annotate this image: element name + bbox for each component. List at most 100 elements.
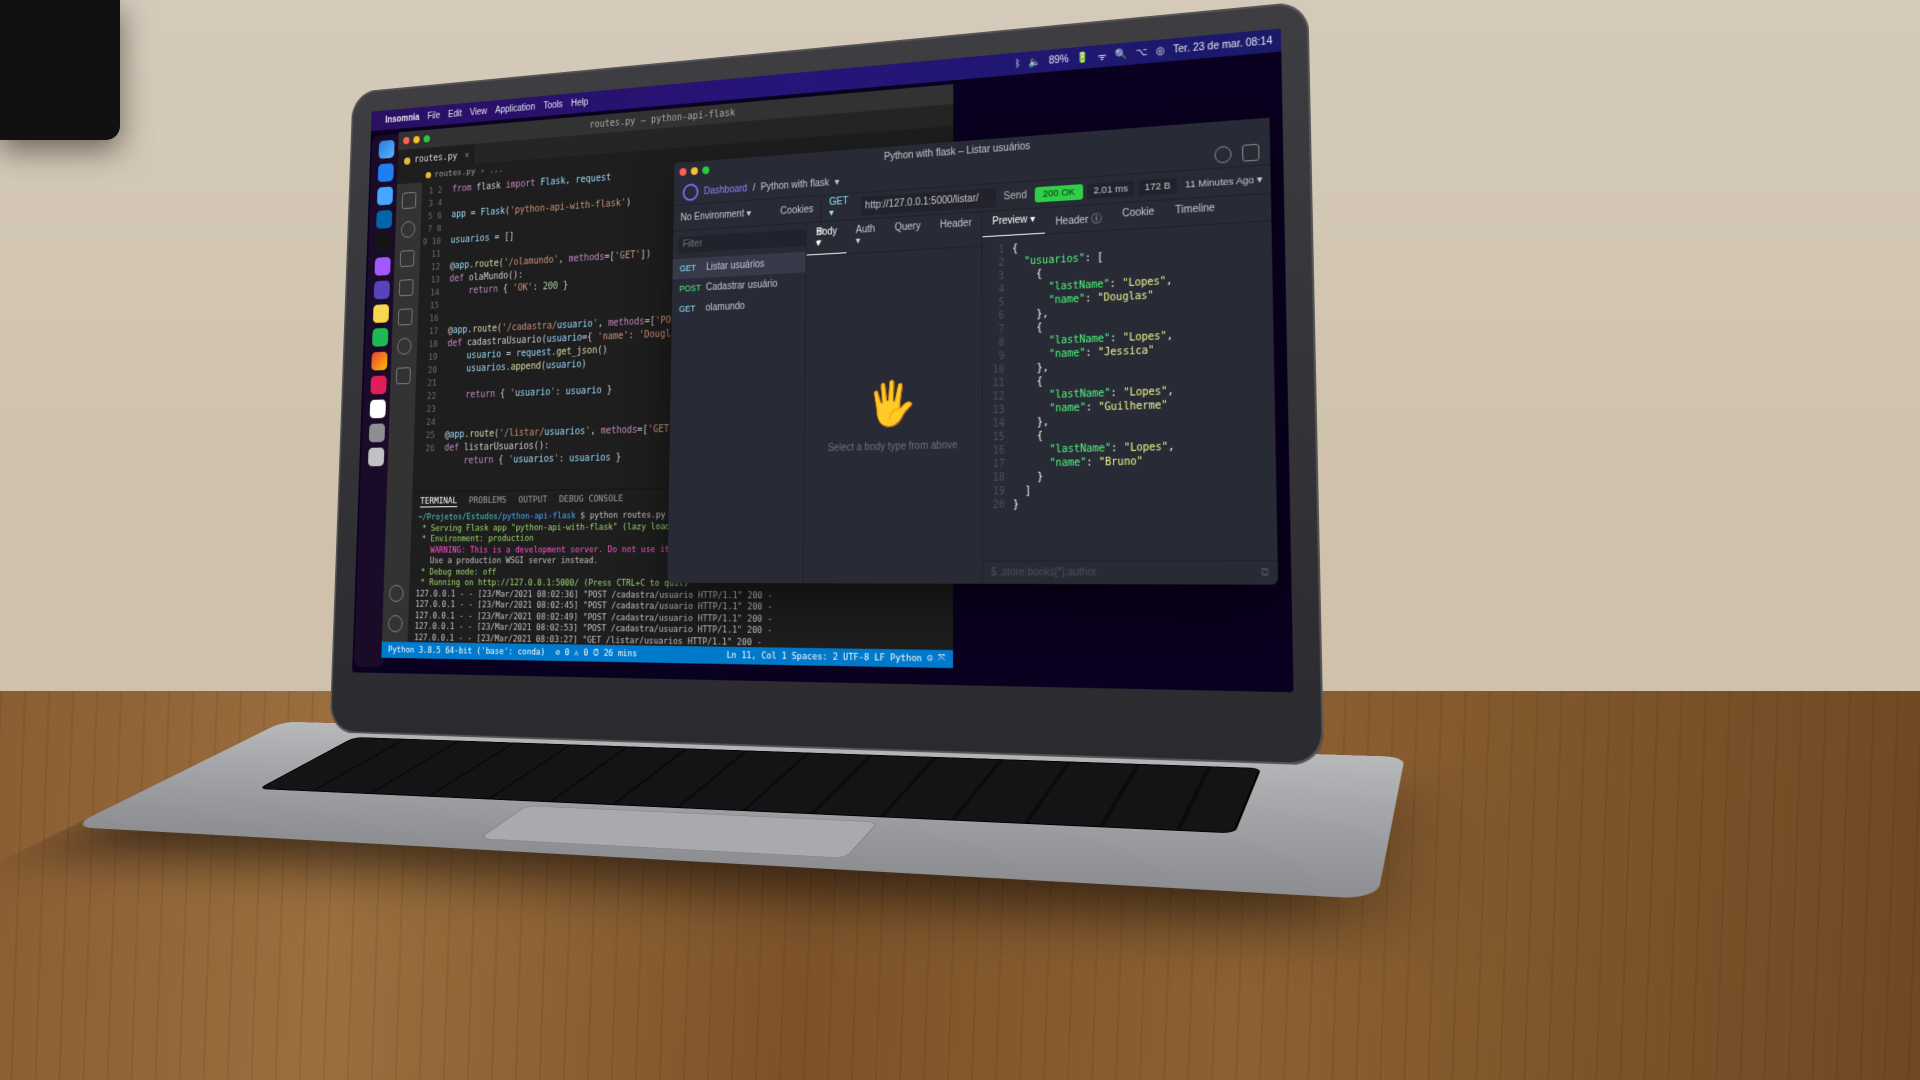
response-json-view[interactable]: 1{ 2 "usuarios": [ 3 { 4 "lastName": "Lo… [982, 221, 1277, 560]
scene: Insomnia File Edit View Application Tool… [0, 0, 1920, 1080]
accounts-icon[interactable] [389, 585, 404, 602]
insomnia-window: Python with flask – Listar usuários Dash… [667, 118, 1278, 585]
window-traffic-lights [403, 135, 430, 144]
panel-tab-problems[interactable]: PROBLEMS [469, 495, 507, 507]
status-code-pill: 200 OK [1035, 184, 1084, 203]
method-badge-post: POST [679, 283, 700, 295]
url-input[interactable] [861, 187, 995, 215]
hand-icon: 🖐 [867, 379, 917, 430]
battery-icon[interactable]: 🔋 [1077, 52, 1090, 64]
insomnia-logo-icon[interactable] [683, 183, 699, 201]
insomnia-request-pane: Body ▾ Auth ▾ Query Header 🖐 Select a bo… [804, 212, 983, 584]
chevron-down-icon[interactable]: ▾ [835, 176, 840, 187]
panel-tab-debug-console[interactable]: DEBUG CONSOLE [559, 493, 623, 505]
remote-icon[interactable] [397, 338, 412, 355]
jsonpath-hint[interactable]: $ .store.books[*].author [991, 567, 1097, 579]
panel-tab-output[interactable]: OUTPUT [518, 494, 547, 506]
response-footer: $ .store.books[*].author ⧉ [983, 560, 1278, 584]
copy-icon[interactable]: ⧉ [1261, 567, 1269, 579]
scm-icon[interactable] [400, 250, 415, 267]
wifi-icon[interactable]: ᯤ [1097, 48, 1106, 63]
cookies-button[interactable]: Cookies [780, 204, 813, 217]
dock-item-settings[interactable] [369, 423, 385, 442]
tab-close-icon[interactable]: × [464, 151, 469, 161]
dock-item-spotify[interactable] [372, 328, 388, 347]
time-pill: 2.01 ms [1087, 180, 1134, 199]
zoom-icon[interactable] [423, 135, 430, 143]
screen: Insomnia File Edit View Application Tool… [352, 29, 1293, 693]
crumb-project[interactable]: Python with flask [761, 177, 830, 193]
env-picker[interactable]: No Environment ▾ [680, 208, 751, 223]
dock-item-safari[interactable] [378, 163, 394, 182]
vscode-tab-label: routes.py [414, 152, 457, 165]
minimize-icon[interactable] [691, 167, 698, 175]
request-item-label: Cadastrar usuário [706, 279, 778, 293]
status-right-block[interactable]: Ln 11, Col 1 Spaces: 2 UTF-8 LF Python ☺… [726, 650, 945, 664]
menubar-item-file[interactable]: File [427, 110, 440, 121]
dock-item-finder[interactable] [379, 140, 395, 159]
method-badge-get: GET [680, 263, 701, 275]
status-problems[interactable]: ⊘ 0 ⚠ 0 ⏱ 26 mins [555, 648, 637, 659]
req-tab-query[interactable]: Query [885, 215, 930, 251]
python-file-icon [426, 171, 432, 178]
size-pill: 172 B [1138, 177, 1177, 195]
resp-tab-header[interactable]: Header ⓘ [1045, 204, 1112, 234]
laptop: Insomnia File Edit View Application Tool… [329, 1, 1324, 766]
dock-item-notes[interactable] [373, 304, 389, 323]
battery-text: 89% [1049, 53, 1069, 66]
dock-item-vscode[interactable] [376, 210, 392, 229]
crumb-dashboard[interactable]: Dashboard [704, 183, 748, 197]
search-icon[interactable]: 🔍 [1115, 48, 1128, 60]
panel-tab-terminal[interactable]: TERMINAL [420, 496, 457, 508]
dock-item-mail[interactable] [377, 186, 393, 205]
dock-item-chrome[interactable] [371, 352, 387, 371]
resp-tab-preview[interactable]: Preview ▾ [982, 208, 1045, 237]
menubar-app-name[interactable]: Insomnia [385, 112, 420, 125]
laptop-lid: Insomnia File Edit View Application Tool… [329, 1, 1324, 766]
send-button[interactable]: Send [996, 189, 1035, 203]
menubar-item-help[interactable]: Help [571, 97, 588, 109]
close-icon[interactable] [403, 137, 409, 145]
account-icon[interactable] [1242, 144, 1259, 162]
insomnia-window-title: Python with flask – Listar usuários [884, 140, 1030, 162]
resp-tab-cookie[interactable]: Cookie [1112, 200, 1165, 229]
req-tab-header[interactable]: Header [930, 212, 981, 248]
extensions-icon[interactable] [398, 308, 413, 325]
dock-item-figma[interactable] [374, 257, 390, 276]
bluetooth-icon[interactable]: ᛒ [1015, 58, 1021, 70]
control-center-icon[interactable]: ⌥ [1136, 46, 1148, 58]
window-traffic-lights [679, 166, 709, 176]
menubar-item-view[interactable]: View [470, 106, 488, 118]
dock-item-calendar[interactable] [370, 399, 386, 418]
run-debug-icon[interactable] [399, 279, 414, 296]
search-icon[interactable] [401, 221, 416, 238]
menubar-item-application[interactable]: Application [495, 102, 535, 116]
resp-tab-timeline[interactable]: Timeline [1165, 197, 1226, 227]
siri-icon[interactable]: ◎ [1156, 45, 1165, 57]
zoom-icon[interactable] [702, 166, 709, 174]
menubar-item-edit[interactable]: Edit [448, 108, 462, 119]
req-tab-body[interactable]: Body ▾ [807, 221, 847, 256]
dock-item-terminal[interactable] [375, 233, 391, 252]
empty-body-text: Select a body type from above [828, 440, 958, 454]
request-item-label: olamundo [705, 301, 745, 314]
explorer-icon[interactable] [402, 192, 417, 209]
menubar-clock[interactable]: Ter. 23 de mar. 08:14 [1173, 35, 1272, 55]
dock-item-trash[interactable] [368, 447, 384, 466]
menubar-item-tools[interactable]: Tools [543, 99, 563, 111]
sound-icon[interactable]: 🔈 [1029, 56, 1041, 68]
db-icon[interactable] [396, 367, 411, 384]
status-python-env[interactable]: Python 3.8.5 64-bit ('base': conda) [388, 645, 545, 657]
history-dropdown[interactable]: 11 Minutes Ago ▾ [1177, 165, 1271, 199]
minimize-icon[interactable] [413, 136, 420, 144]
request-item-label: Listar usuários [706, 259, 764, 273]
sync-icon[interactable] [1214, 146, 1231, 164]
sidebar-filter-input[interactable] [678, 229, 806, 253]
menubar-system-tray: ᛒ 🔈 89% 🔋 ᯤ 🔍 ⌥ ◎ Ter. 23 de mar. 08:14 [1015, 33, 1273, 70]
method-selector[interactable]: GET ▾ [822, 195, 862, 219]
close-icon[interactable] [679, 168, 686, 176]
dock-item-insomnia[interactable] [374, 280, 390, 299]
dock-item-slack[interactable] [370, 375, 386, 394]
req-tab-auth[interactable]: Auth ▾ [846, 218, 885, 253]
settings-icon[interactable] [388, 615, 403, 632]
